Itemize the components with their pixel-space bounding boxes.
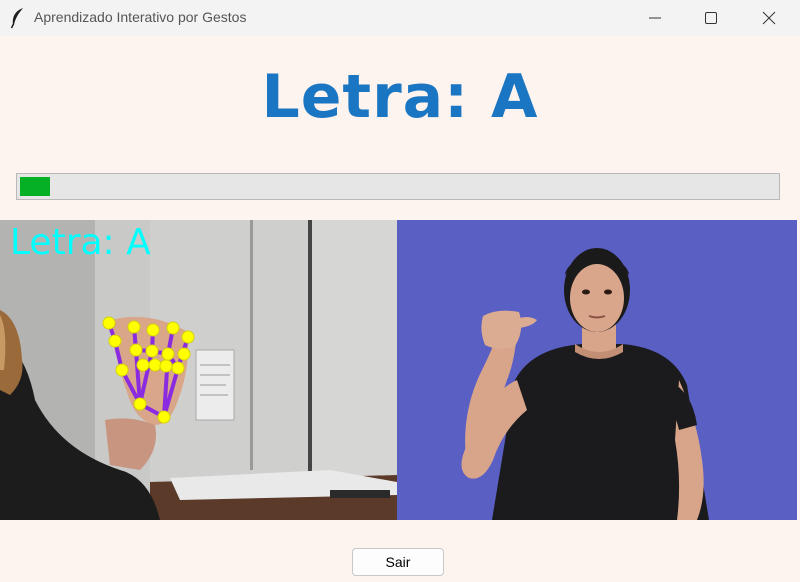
close-icon: [762, 11, 776, 25]
current-letter-heading: Letra: A: [261, 62, 539, 132]
maximize-button[interactable]: [688, 0, 734, 36]
progress-bar: [16, 173, 780, 200]
exit-button[interactable]: Sair: [352, 548, 444, 576]
camera-feed: Letra: A: [0, 220, 397, 520]
reference-scene: [397, 220, 797, 520]
window-title: Aprendizado Interativo por Gestos: [34, 9, 247, 25]
title-bar: Aprendizado Interativo por Gestos: [0, 0, 800, 36]
maximize-icon: [705, 12, 717, 24]
reference-sign-image: [397, 220, 797, 520]
minimize-icon: [649, 17, 661, 19]
detected-letter-overlay: Letra: A: [10, 222, 151, 263]
feather-icon: [10, 8, 23, 29]
camera-scene: [0, 220, 397, 520]
progress-fill: [20, 177, 50, 196]
close-button[interactable]: [746, 0, 792, 36]
minimize-button[interactable]: [632, 0, 678, 36]
